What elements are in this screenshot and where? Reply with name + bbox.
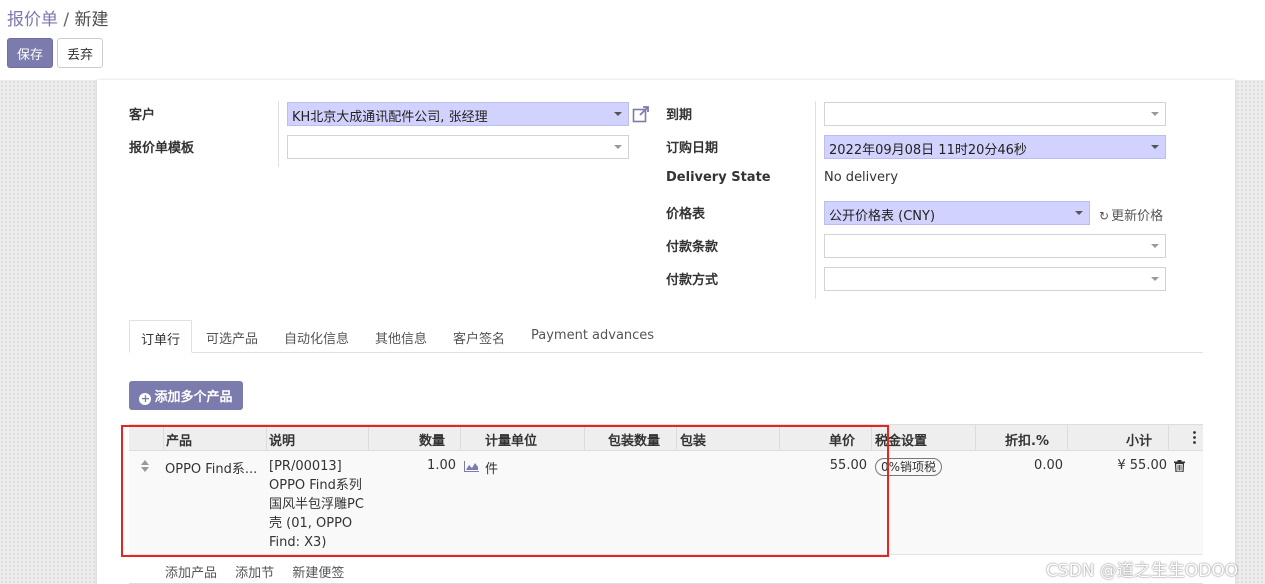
add-multiple-products-label: 添加多个产品 (154, 390, 233, 405)
watermark: CSDN @道之生生ODOO (1046, 561, 1239, 581)
quote-template-label: 报价单模板 (129, 141, 195, 156)
notebook-tabs: 订单行 可选产品 自动化信息 其他信息 客户签名 Payment advance… (129, 320, 1203, 353)
tab-payment-advances[interactable]: Payment advances (531, 320, 654, 353)
payment-method-label: 付款方式 (666, 273, 719, 288)
update-prices-label: 更新价格 (1111, 209, 1164, 224)
order-date-label: 订购日期 (666, 141, 719, 156)
tab-order-lines[interactable]: 订单行 (129, 320, 193, 353)
chevron-down-icon (1151, 145, 1159, 149)
delivery-state-value: No delivery (824, 170, 899, 185)
update-prices-button[interactable]: ↻ 更新价格 (1099, 205, 1163, 224)
customer-label: 客户 (129, 108, 156, 123)
refresh-icon: ↻ (1099, 209, 1110, 223)
discard-button[interactable]: 丢弃 (57, 38, 103, 68)
trash-icon[interactable] (1174, 460, 1185, 472)
tab-customer-signature[interactable]: 客户签名 (453, 320, 505, 353)
chevron-down-icon (614, 145, 622, 149)
chevron-down-icon (1075, 211, 1083, 215)
order-date-field[interactable]: 2022年09月08日 11时20分46秒 (824, 135, 1166, 159)
control-panel: 报价单 / 新建 保存 丢弃 (0, 0, 1265, 80)
quote-template-field[interactable] (287, 135, 629, 159)
expiration-field[interactable] (824, 102, 1166, 126)
optional-columns-icon[interactable] (1193, 431, 1196, 444)
tab-automation-info[interactable]: 自动化信息 (284, 320, 349, 353)
right-group-separator (815, 101, 816, 299)
chevron-down-icon (614, 112, 622, 116)
pricelist-field[interactable]: 公开价格表 (CNY) (824, 201, 1090, 225)
save-button[interactable]: 保存 (7, 38, 53, 68)
row-subtotal: ¥ 55.00 (1117, 458, 1167, 473)
plus-circle-icon: + (139, 392, 152, 405)
chevron-down-icon (1151, 244, 1159, 248)
order-date-value: 2022年09月08日 11时20分46秒 (829, 143, 1027, 158)
left-group-separator (278, 101, 279, 167)
highlight-box (121, 425, 889, 557)
add-multiple-products-button[interactable]: + 添加多个产品 (129, 381, 243, 410)
column-header-discount[interactable]: 折扣.% (976, 430, 1049, 449)
add-section-link[interactable]: 添加节 (235, 566, 274, 581)
breadcrumb-separator: / (63, 10, 70, 30)
column-separator (1168, 425, 1169, 450)
row-discount[interactable]: 0.00 (976, 458, 1063, 473)
payment-terms-label: 付款条款 (666, 240, 719, 255)
delivery-state-label: Delivery State (666, 170, 771, 185)
column-header-subtotal[interactable]: 小计 (1068, 430, 1152, 449)
breadcrumb-current: 新建 (74, 10, 109, 30)
payment-method-field[interactable] (824, 267, 1166, 291)
chevron-down-icon (1151, 112, 1159, 116)
customer-field[interactable]: KH北京大成通讯配件公司, 张经理 (287, 102, 629, 126)
customer-value: KH北京大成通讯配件公司, 张经理 (292, 110, 488, 125)
payment-terms-field[interactable] (824, 234, 1166, 258)
add-note-link[interactable]: 新建便签 (292, 566, 344, 581)
tab-optional-products[interactable]: 可选产品 (206, 320, 258, 353)
pricelist-value: 公开价格表 (CNY) (829, 209, 936, 224)
chevron-down-icon (1151, 277, 1159, 281)
add-product-link[interactable]: 添加产品 (165, 566, 217, 581)
breadcrumb-parent[interactable]: 报价单 (7, 10, 58, 30)
tab-other-info[interactable]: 其他信息 (375, 320, 427, 353)
expiration-label: 到期 (666, 108, 693, 123)
add-line-links: 添加产品 添加节 新建便签 (165, 562, 358, 581)
pricelist-label: 价格表 (666, 207, 706, 222)
external-link-icon[interactable] (632, 105, 650, 123)
breadcrumb: 报价单 / 新建 (7, 5, 109, 30)
